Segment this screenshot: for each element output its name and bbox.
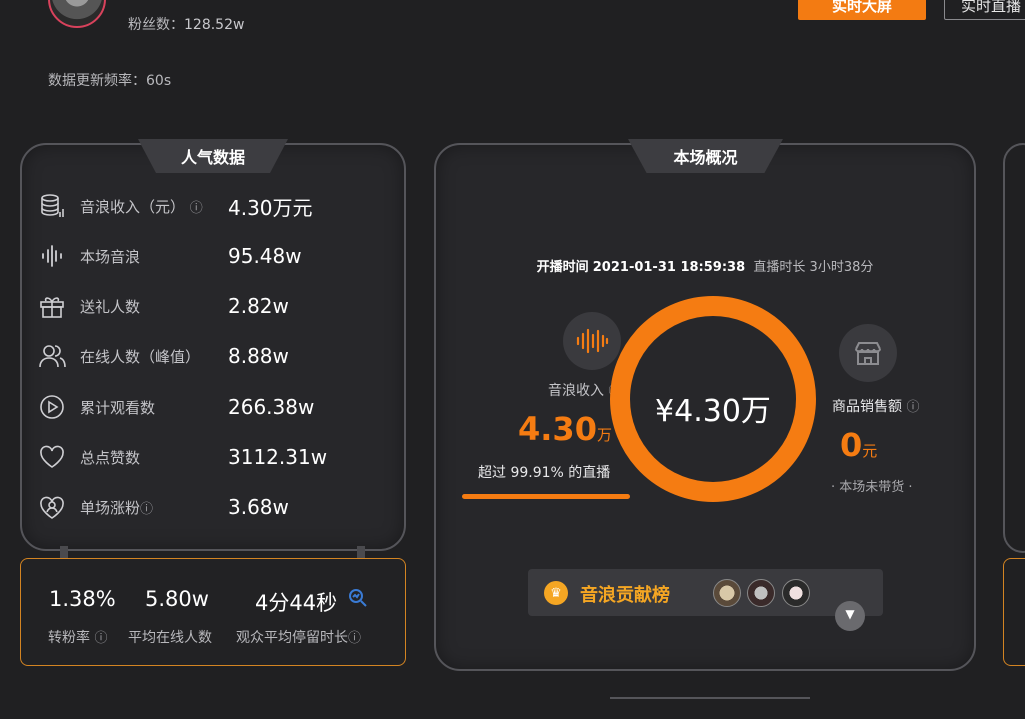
summary-value: 1.38% — [49, 587, 116, 611]
avatar[interactable] — [747, 579, 775, 607]
start-time: 2021-01-31 18:59:38 — [592, 260, 746, 275]
stat-value: 95.48w — [228, 244, 302, 268]
stat-label: 送礼人数 — [80, 297, 141, 316]
popularity-tab[interactable]: 人气数据 — [138, 139, 288, 173]
summary-label: 转粉率 — [48, 630, 90, 646]
stat-value: 266.38w — [228, 395, 315, 419]
chevron-down-icon[interactable]: ▼ — [835, 601, 865, 631]
right-panel-edge — [1003, 143, 1025, 553]
gift-icon — [40, 297, 64, 318]
realtime-screen-button[interactable]: 实时大屏 — [798, 0, 926, 20]
sales-note: · 本场未带货 · — [831, 480, 913, 495]
stat-label: 音浪收入（元） — [80, 197, 186, 216]
trophy-icon: ♛ — [544, 581, 568, 605]
summary-value: 4分44秒 — [255, 591, 338, 615]
help-icon[interactable]: ⓘ — [140, 502, 153, 517]
users-icon — [39, 345, 66, 368]
contrib-label: 音浪贡献榜 — [580, 585, 670, 606]
stat-label: 在线人数（峰值） — [80, 347, 201, 366]
income-label: 音浪收入 — [548, 383, 604, 399]
summary-box: 1.38% 5.80w 4分44秒 — [20, 558, 406, 666]
stat-label: 单场涨粉 — [80, 498, 141, 517]
fans-label: 粉丝数： — [128, 17, 184, 33]
summary-value: 5.80w — [145, 587, 209, 611]
ring-value: ¥4.30万 — [655, 394, 771, 429]
exceed-bar — [462, 494, 630, 499]
fans-value: 128.52w — [184, 17, 245, 33]
fans-count: 粉丝数：128.52w — [128, 14, 244, 34]
heart-person-icon — [40, 496, 64, 519]
heart-icon — [40, 445, 64, 468]
search-chart-icon[interactable] — [347, 587, 369, 609]
soundwave-icon-bg — [563, 312, 621, 370]
help-icon[interactable]: ⓘ — [94, 631, 107, 646]
help-icon[interactable]: ⓘ — [348, 631, 361, 646]
sales-value: 0 — [840, 426, 863, 464]
overview-tab[interactable]: 本场概况 — [628, 139, 783, 173]
start-time-line: 开播时间 2021-01-31 18:59:38 直播时长 3小时38分 — [436, 256, 974, 275]
soundwave-icon — [42, 245, 62, 267]
stat-value: 4.30万元 — [228, 195, 313, 220]
help-icon[interactable]: ⓘ — [906, 400, 919, 415]
stat-row-gift: 送礼人数 2.82w — [38, 291, 368, 321]
bottom-panel-edge — [610, 697, 810, 719]
stat-row-new-fans: 单场涨粉ⓘ 3.68w — [38, 492, 368, 522]
stat-label: 本场音浪 — [80, 247, 141, 266]
play-icon — [40, 395, 64, 419]
summary-label: 平均在线人数 — [128, 630, 212, 646]
shop-icon-bg — [839, 324, 897, 382]
duration-value: 3小时38分 — [809, 260, 874, 275]
stat-row-views: 累计观看数 266.38w — [38, 392, 368, 422]
stat-value: 3.68w — [228, 495, 289, 519]
update-frequency: 数据更新频率：60s — [48, 73, 172, 89]
stat-row-likes: 总点赞数 3112.31w — [38, 442, 368, 472]
avatar — [48, 0, 106, 28]
stat-value: 3112.31w — [228, 445, 328, 469]
help-icon[interactable]: ⓘ — [190, 201, 203, 216]
avatar[interactable] — [782, 579, 810, 607]
income-value-wrap: 4.30万 — [518, 410, 612, 448]
stat-label: 总点赞数 — [80, 448, 141, 467]
stat-value: 8.88w — [228, 344, 289, 368]
income-value: 4.30 — [518, 410, 597, 448]
sales-value-wrap: 0元 — [840, 426, 877, 464]
sales-label: 商品销售额 — [832, 399, 902, 415]
duration-label: 直播时长 — [753, 260, 806, 275]
stat-row-income: 音浪收入（元） ⓘ 4.30万元 — [38, 191, 368, 221]
exceed-text: 超过 99.91% 的直播 — [478, 465, 611, 481]
avatar[interactable] — [713, 579, 741, 607]
soundwave-icon — [576, 328, 609, 354]
stat-label: 累计观看数 — [80, 398, 156, 417]
summary-label: 观众平均停留时长 — [236, 630, 348, 646]
shop-icon — [855, 342, 881, 365]
stat-row-online: 在线人数（峰值） 8.88w — [38, 341, 368, 371]
stat-value: 2.82w — [228, 294, 289, 318]
sales-unit: 元 — [862, 442, 878, 460]
sales-label-wrap: 商品销售额 ⓘ — [832, 396, 919, 416]
right-summary-edge — [1003, 558, 1025, 666]
stat-row-soundwave: 本场音浪 95.48w — [38, 241, 368, 271]
database-icon — [41, 194, 64, 217]
realtime-live-button[interactable]: 实时直播 — [944, 0, 1025, 20]
start-label: 开播时间 — [536, 260, 589, 275]
